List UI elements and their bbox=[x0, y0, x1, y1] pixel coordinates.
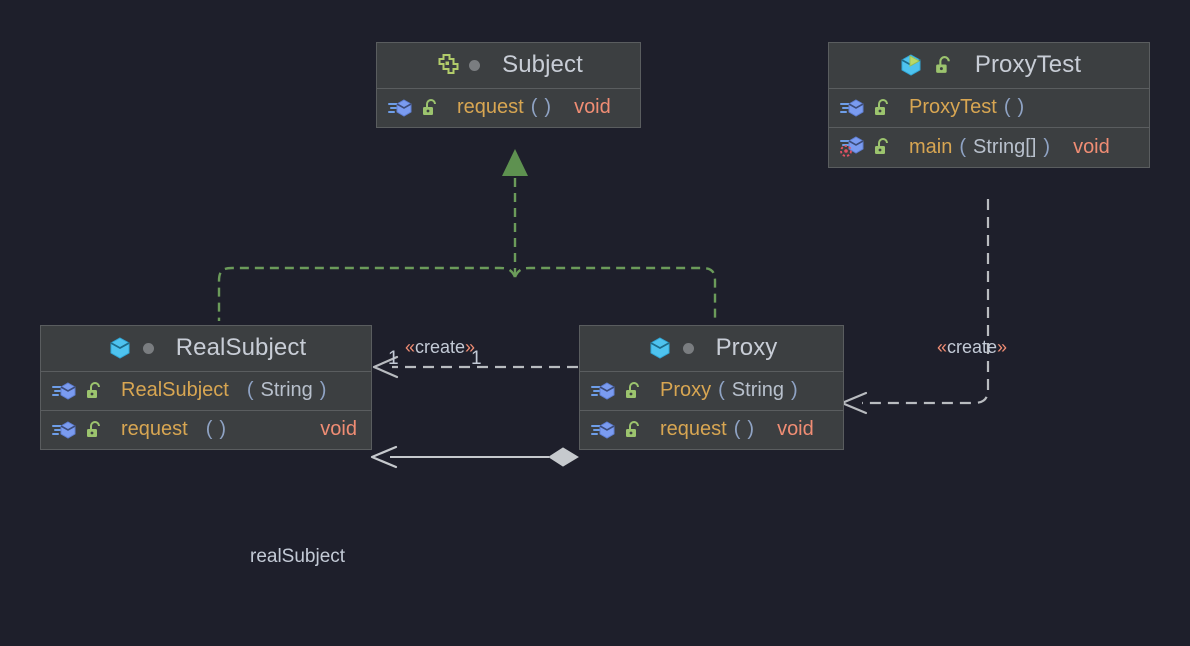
method-return-type: void bbox=[574, 96, 611, 118]
class-header-proxytest: ProxyTest bbox=[829, 43, 1149, 89]
method-params: String bbox=[260, 379, 313, 401]
method-icon bbox=[591, 380, 617, 402]
unlock-public-icon bbox=[873, 98, 891, 118]
member-row-proxytest-main[interactable]: main ( String[] ) void bbox=[829, 127, 1149, 167]
method-paren-close: ) bbox=[1017, 96, 1025, 118]
method-icon bbox=[591, 419, 617, 441]
unlock-public-icon bbox=[85, 381, 103, 401]
edge-aggregation-proxy-realsubject bbox=[370, 445, 579, 469]
method-params: String[] bbox=[973, 135, 1037, 158]
method-run-icon bbox=[840, 135, 866, 159]
guillemet-open: « bbox=[937, 337, 948, 357]
member-row-realsubject-ctor[interactable]: RealSubject ( String ) bbox=[41, 372, 371, 410]
method-paren-open: ( bbox=[959, 135, 967, 158]
class-header-realsubject: RealSubject bbox=[41, 326, 371, 372]
unlock-public-icon bbox=[421, 98, 439, 118]
class-box-subject[interactable]: Subject request () void bbox=[376, 42, 641, 128]
member-row-proxy-request[interactable]: request ( ) void bbox=[580, 410, 843, 449]
member-row-subject-request[interactable]: request ( ) void bbox=[377, 89, 640, 127]
class-header-subject: Subject bbox=[377, 43, 640, 89]
edge-label-create-left: «create» bbox=[405, 337, 475, 358]
edge-multiplicity-source: 1 bbox=[471, 348, 482, 369]
unlock-public-icon bbox=[934, 55, 953, 76]
method-paren-close: ) bbox=[544, 96, 552, 118]
edge-dependency-proxy-realsubject bbox=[372, 355, 578, 379]
member-row-realsubject-request[interactable]: request ( ) void bbox=[41, 410, 371, 449]
class-name-realsubject: RealSubject bbox=[175, 334, 307, 361]
class-icon bbox=[646, 334, 674, 362]
method-name: request bbox=[457, 96, 524, 118]
guillemet-open: « bbox=[405, 337, 416, 357]
method-paren-close: ) bbox=[319, 379, 327, 401]
method-return-type: void bbox=[1073, 135, 1110, 158]
method-name: Proxy bbox=[660, 379, 712, 401]
edge-multiplicity-target: 1 bbox=[388, 348, 399, 369]
method-paren-open: ( bbox=[733, 418, 741, 440]
method-icon bbox=[840, 97, 866, 119]
method-icon bbox=[52, 419, 78, 441]
member-row-proxytest-ctor[interactable]: ProxyTest ( ) bbox=[829, 89, 1149, 127]
member-row-proxy-ctor[interactable]: Proxy ( String ) bbox=[580, 372, 843, 410]
class-box-realsubject[interactable]: RealSubject RealSubject (String) reque… bbox=[40, 325, 372, 450]
class-box-proxy[interactable]: Proxy Proxy (String) request () void bbox=[579, 325, 844, 450]
method-return-type: void bbox=[320, 418, 357, 440]
method-paren-close: ) bbox=[219, 418, 227, 440]
edge-realization-to-subject bbox=[217, 149, 717, 321]
guillemet-close: » bbox=[465, 337, 476, 357]
grey-dot-icon bbox=[682, 342, 694, 354]
edge-dependency-proxytest-proxy bbox=[840, 199, 990, 415]
unlock-public-icon bbox=[873, 137, 891, 157]
method-params: String bbox=[731, 379, 785, 401]
class-box-proxytest[interactable]: ProxyTest ProxyTest () main (String[] … bbox=[828, 42, 1150, 168]
guillemet-close: » bbox=[997, 337, 1008, 357]
method-name: request bbox=[660, 418, 727, 440]
method-icon bbox=[388, 97, 414, 119]
interface-icon bbox=[434, 52, 460, 78]
method-paren-close: ) bbox=[747, 418, 755, 440]
method-paren-open: ( bbox=[246, 379, 254, 401]
method-name: ProxyTest bbox=[909, 96, 997, 118]
method-paren-open: ( bbox=[205, 418, 213, 440]
method-paren-open: ( bbox=[530, 96, 538, 118]
grey-dot-icon bbox=[142, 342, 154, 354]
class-run-icon bbox=[897, 51, 925, 79]
edge-label-create-right: «create» bbox=[937, 337, 1007, 358]
grey-dot-icon bbox=[469, 59, 481, 71]
method-name: main bbox=[909, 135, 953, 158]
stereotype-text: create bbox=[947, 337, 998, 357]
diagram-canvas: Subject request () void ProxyTest Proxy… bbox=[0, 0, 1190, 646]
unlock-public-icon bbox=[624, 381, 642, 401]
class-name-proxy: Proxy bbox=[715, 334, 778, 361]
method-name: request bbox=[121, 418, 188, 440]
unlock-public-icon bbox=[624, 420, 642, 440]
method-paren-open: ( bbox=[1003, 96, 1011, 118]
method-icon bbox=[52, 380, 78, 402]
association-field-label: realSubject bbox=[250, 546, 346, 567]
class-name-proxytest: ProxyTest bbox=[974, 51, 1082, 78]
class-icon bbox=[106, 334, 134, 362]
method-paren-open: ( bbox=[718, 379, 725, 401]
method-return-type: void bbox=[777, 418, 814, 440]
class-name-subject: Subject bbox=[502, 51, 583, 78]
stereotype-text: create bbox=[415, 337, 466, 357]
unlock-public-icon bbox=[85, 420, 103, 440]
method-name: RealSubject bbox=[121, 379, 229, 401]
method-paren-close: ) bbox=[791, 379, 798, 401]
method-paren-close: ) bbox=[1043, 135, 1051, 158]
class-header-proxy: Proxy bbox=[580, 326, 843, 372]
